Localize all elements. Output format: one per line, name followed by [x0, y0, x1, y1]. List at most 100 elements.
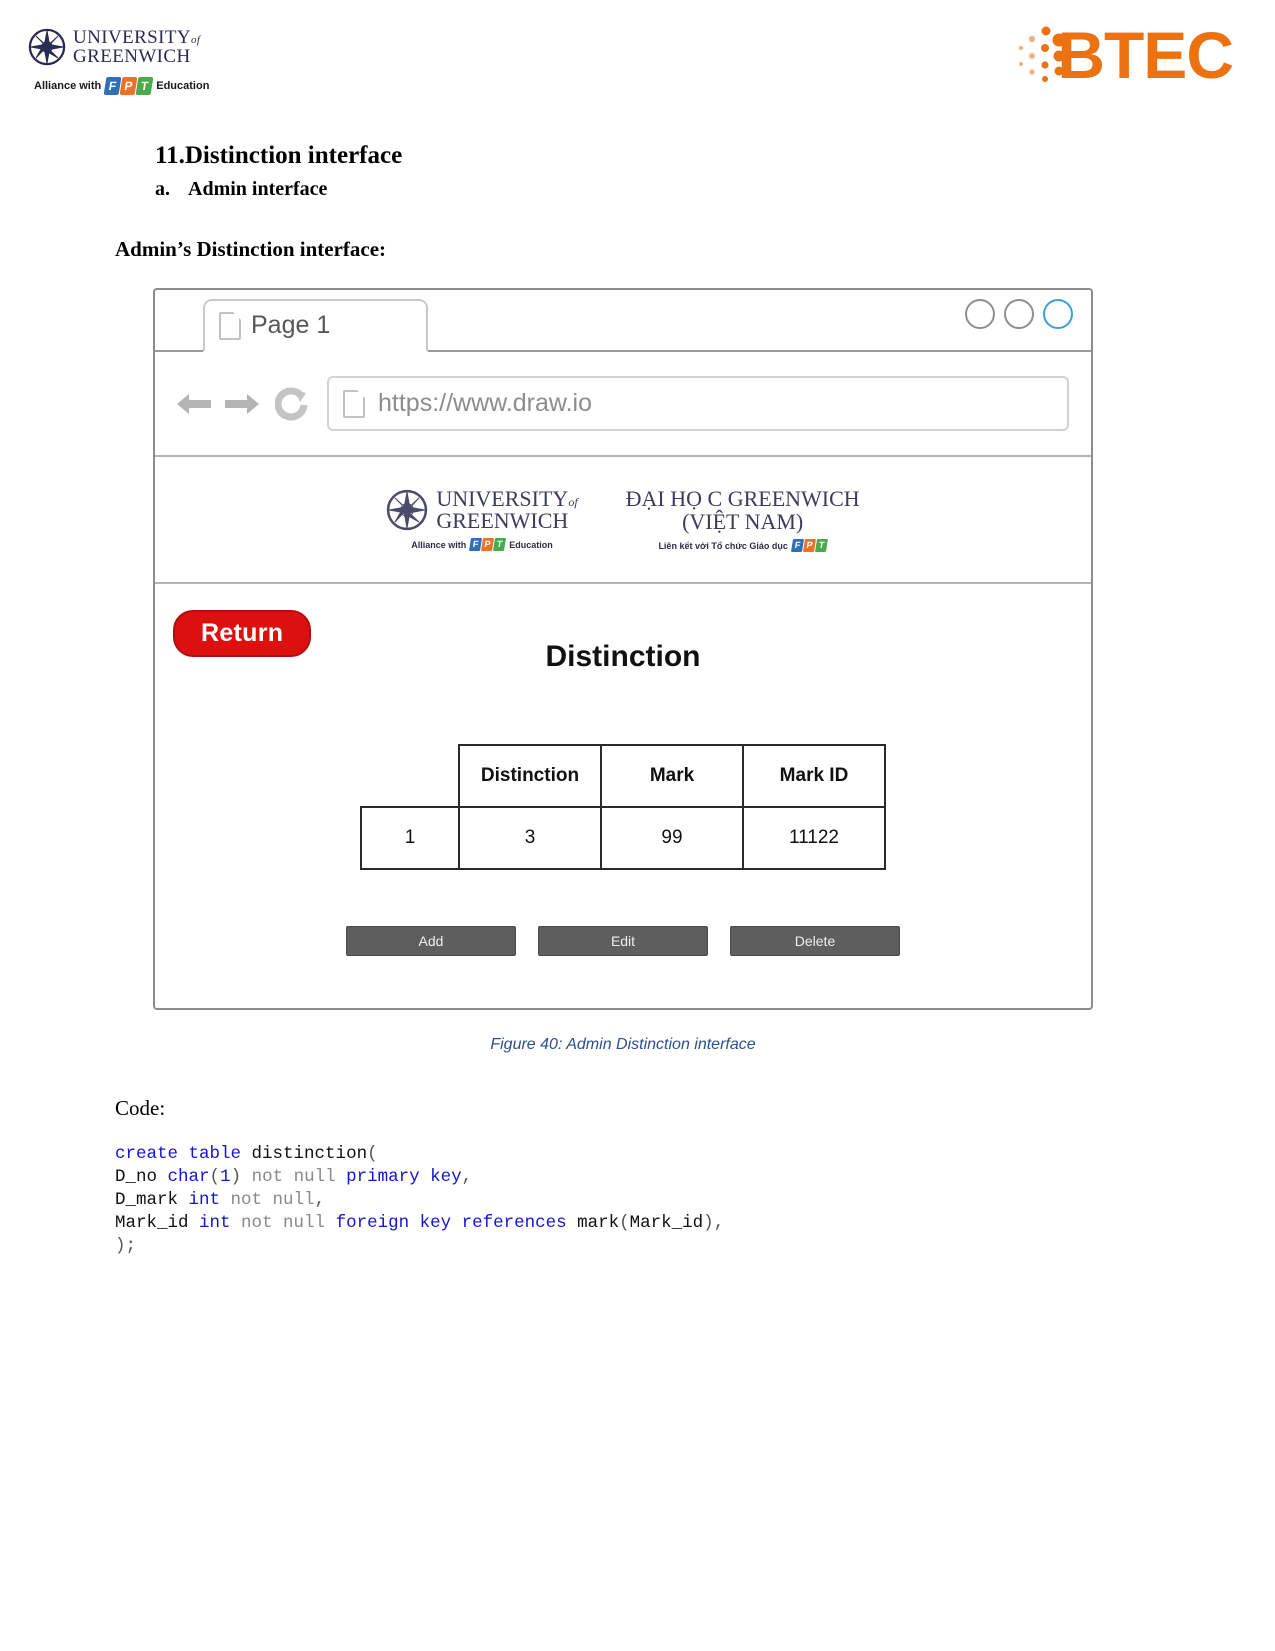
- subsection-title: Admin interface: [188, 178, 328, 200]
- code-token: not null: [241, 1213, 326, 1234]
- add-button[interactable]: Add: [346, 926, 516, 956]
- figure-caption: Figure 40: Admin Distinction interface: [490, 1036, 756, 1053]
- code-token: (: [209, 1167, 221, 1188]
- site-vn-tagline: Liên kết với Tổ chức Giáo dục F P T: [658, 539, 828, 553]
- url-text: https://www.draw.io: [378, 389, 592, 417]
- window-controls[interactable]: [965, 299, 1073, 329]
- code-token: distinction: [241, 1144, 368, 1164]
- arrow-left-icon[interactable]: [177, 391, 211, 417]
- code-token: (: [367, 1144, 378, 1164]
- minimize-circle-icon[interactable]: [965, 299, 995, 329]
- site-uog-main: UNIVERSITYof GREENWICH: [386, 488, 578, 532]
- alliance-with-fpt-education: Alliance with F P T Education: [34, 77, 209, 95]
- compass-rose-icon: [28, 28, 66, 66]
- return-button[interactable]: Return: [173, 610, 312, 657]
- code-token: D_no: [115, 1167, 168, 1188]
- action-button-row: Add Edit Delete: [155, 926, 1091, 956]
- site-uog-line2: GREENWICH: [436, 508, 569, 533]
- app-content-area: Return Distinction Distinction Mark Mark…: [155, 584, 1091, 1008]
- maximize-circle-icon[interactable]: [1004, 299, 1034, 329]
- table-header-distinction: Distinction: [458, 744, 602, 808]
- url-bar[interactable]: https://www.draw.io: [327, 376, 1069, 431]
- distinction-table-wrapper: Distinction Mark Mark ID 1 3 99 11122: [155, 744, 1091, 870]
- section-title-text: Distinction interface: [184, 142, 403, 169]
- code-token: primary key: [346, 1167, 462, 1188]
- browser-tab-page-1[interactable]: Page 1: [203, 299, 428, 352]
- code-token: ,: [461, 1167, 473, 1188]
- alliance-prefix-label: Alliance with: [34, 80, 102, 92]
- table-header-blank: [361, 745, 459, 807]
- code-token: ;: [125, 1236, 137, 1257]
- cell-row-index: 1: [360, 806, 460, 870]
- code-token: create: [115, 1144, 179, 1164]
- table-header-row: Distinction Mark Mark ID: [361, 744, 886, 808]
- code-token: char: [167, 1167, 210, 1188]
- cell-distinction: 3: [458, 806, 602, 870]
- table-header-mark-id: Mark ID: [742, 744, 886, 808]
- cell-mark: 99: [600, 806, 744, 870]
- lead-paragraph: Admin’s Distinction interface:: [115, 237, 387, 261]
- subsection-marker: a.: [155, 178, 170, 200]
- code-token: D_mark: [115, 1190, 189, 1211]
- fpt-letter-t: T: [135, 77, 154, 95]
- university-of-greenwich-logo: UNIVERSITYof GREENWICH Alliance with F P…: [28, 28, 209, 95]
- page-header: UNIVERSITYof GREENWICH Alliance with F P…: [0, 0, 1275, 130]
- fpt-logo: F P T: [469, 538, 507, 551]
- code-token: table: [188, 1144, 242, 1164]
- browser-tab-label: Page 1: [251, 311, 331, 339]
- code-token: not null: [251, 1167, 336, 1188]
- uog-line2: GREENWICH: [73, 46, 191, 67]
- site-tagline-prefix: Alliance with: [411, 539, 467, 550]
- close-circle-icon[interactable]: [1043, 299, 1073, 329]
- uog-of: of: [191, 34, 201, 46]
- uog-logo-text: UNIVERSITYof GREENWICH: [73, 28, 200, 66]
- section-number: 11.: [155, 142, 185, 169]
- alliance-suffix-label: Education: [156, 80, 210, 92]
- code-token: ,: [713, 1213, 725, 1234]
- browser-mockup: Page 1 https://www.draw.io UNIVERSITYof …: [153, 288, 1093, 1010]
- code-token: int: [188, 1190, 221, 1211]
- code-label: Code:: [115, 1096, 166, 1120]
- uog-logo-main: UNIVERSITYof GREENWICH: [28, 28, 209, 66]
- site-vn-line1: ĐẠI HỌ C GREENWICH: [625, 485, 860, 511]
- code-token: Mark_id: [115, 1213, 200, 1234]
- arrow-right-icon[interactable]: [225, 391, 259, 417]
- site-vn-tagline-text: Liên kết với Tổ chức Giáo dục: [658, 540, 788, 551]
- code-token: 1: [220, 1167, 231, 1188]
- site-vn-line2: (VIỆT NAM): [682, 509, 804, 534]
- btec-wordmark: BTEC: [1057, 18, 1234, 92]
- fpt-letter-t: T: [814, 539, 828, 553]
- site-uog-text: UNIVERSITYof GREENWICH: [436, 488, 577, 532]
- fpt-letter-t: T: [493, 538, 507, 551]
- code-token: ,: [314, 1190, 326, 1211]
- page-title: 11.Distinction interface: [155, 142, 1175, 170]
- code-token: mark: [566, 1213, 620, 1234]
- code-token: not null: [230, 1190, 315, 1211]
- delete-button[interactable]: Delete: [730, 926, 900, 956]
- reload-icon[interactable]: [275, 387, 309, 421]
- sql-code-block: create table distinction( D_no char(1) n…: [115, 1143, 1175, 1258]
- browser-tab-strip: Page 1: [155, 290, 1091, 352]
- code-token: int: [199, 1213, 231, 1234]
- page-document-icon: [343, 389, 365, 418]
- code-token: ): [230, 1167, 242, 1188]
- document-body: 11.Distinction interface a. Admin interf…: [0, 142, 1275, 1258]
- cell-mark-id: 11122: [742, 806, 886, 870]
- browser-toolbar: https://www.draw.io: [155, 352, 1091, 457]
- fpt-logo: F P T: [103, 77, 154, 95]
- fpt-letter-p: P: [802, 539, 816, 553]
- edit-button[interactable]: Edit: [538, 926, 708, 956]
- uog-line1: UNIVERSITY: [73, 27, 191, 48]
- site-uog-tagline: Alliance with F P T Education: [411, 538, 553, 551]
- distinction-table: Distinction Mark Mark ID 1 3 99 11122: [360, 744, 886, 870]
- code-token: foreign key references: [335, 1213, 567, 1234]
- site-header-band: UNIVERSITYof GREENWICH Alliance with F P…: [155, 457, 1091, 584]
- code-token: Mark_id: [629, 1213, 704, 1234]
- code-token: (: [619, 1213, 630, 1234]
- table-row[interactable]: 1 3 99 11122: [360, 806, 886, 870]
